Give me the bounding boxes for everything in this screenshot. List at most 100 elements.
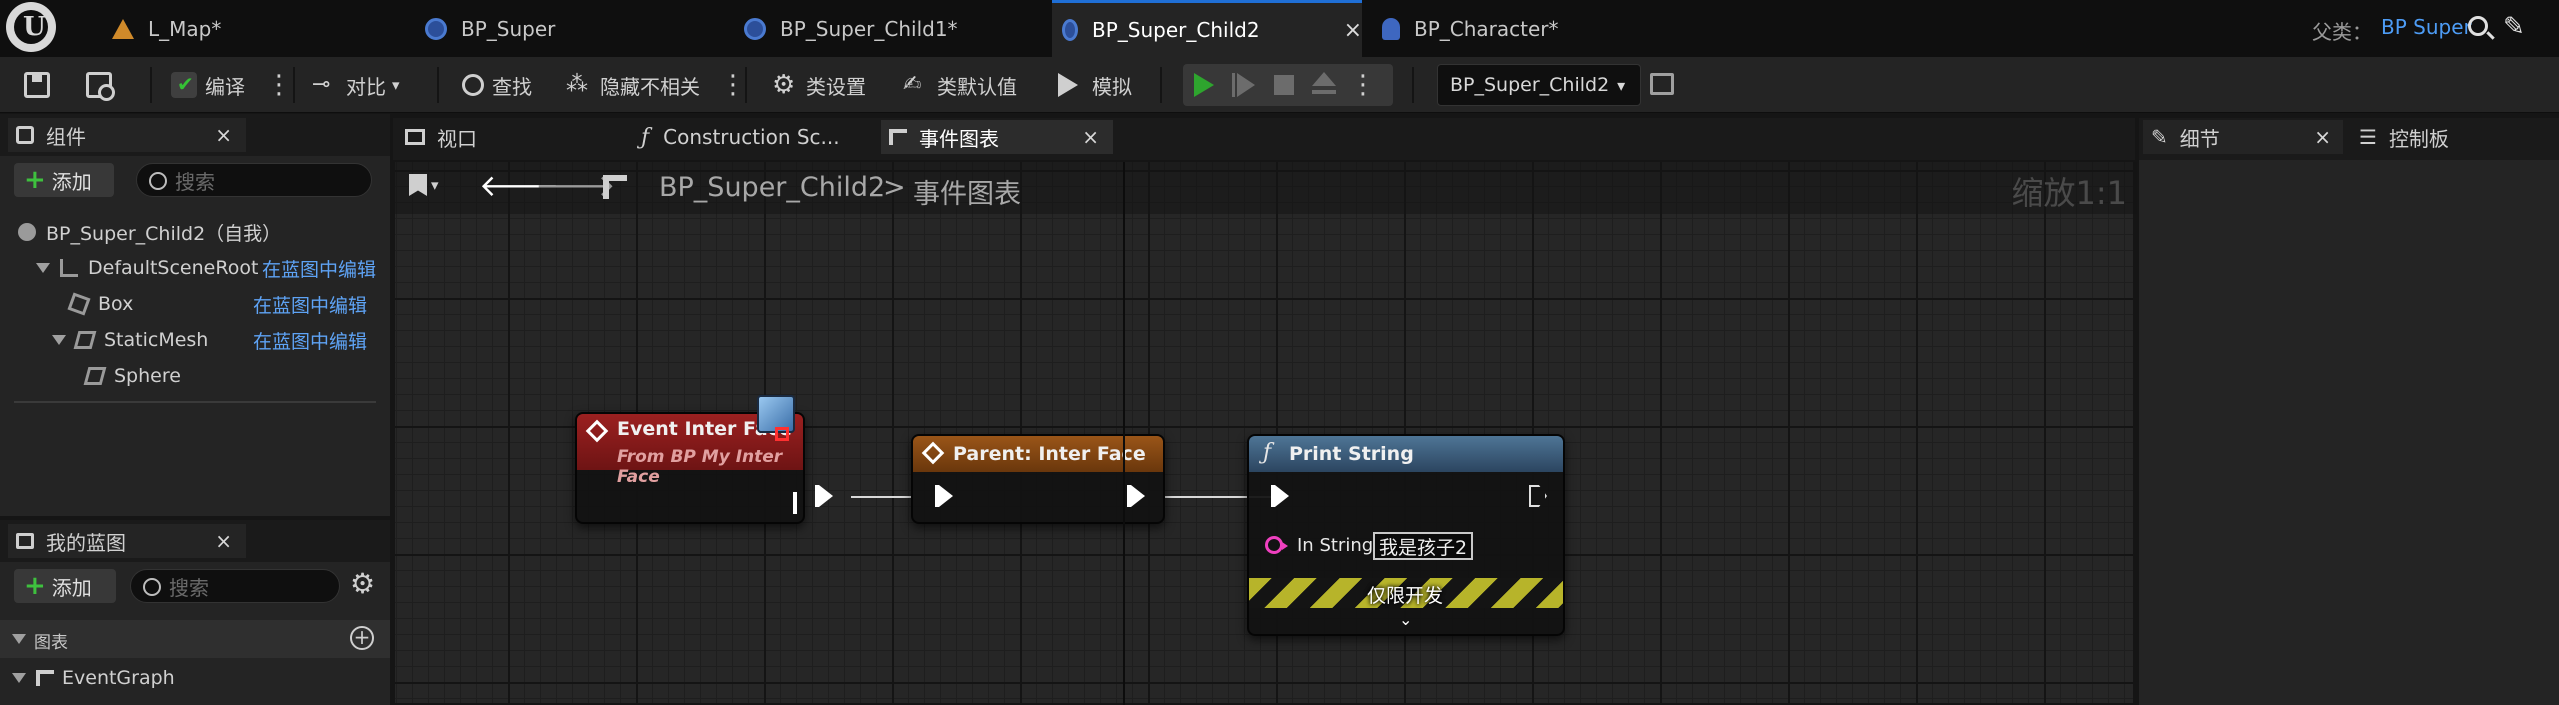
tab-label: BP_Character* bbox=[1414, 16, 1559, 41]
find-icon bbox=[462, 74, 484, 96]
hide-unrelated-button[interactable]: ⁂ 隐藏不相关 bbox=[566, 57, 700, 113]
breadcrumb-leaf[interactable]: 事件图表 bbox=[913, 172, 1021, 211]
close-icon[interactable]: × bbox=[1082, 125, 1099, 149]
close-icon[interactable]: × bbox=[2314, 125, 2331, 149]
components-panel: 组件 × + 添加 搜索 BP_Super_Child2（自我） Default… bbox=[0, 114, 390, 516]
find-in-level-icon[interactable] bbox=[1650, 73, 1674, 95]
compile-options-button[interactable]: ⋮ bbox=[266, 57, 292, 113]
toolbar-divider bbox=[1412, 67, 1414, 103]
exec-input-pin[interactable] bbox=[935, 485, 953, 507]
static-mesh-icon bbox=[73, 331, 97, 349]
component-box[interactable]: Box 在蓝图中编辑 bbox=[67, 287, 386, 321]
chevron-down-icon[interactable]: ▾ bbox=[431, 176, 439, 194]
expand-advanced-icon[interactable]: ⌄ bbox=[1399, 610, 1412, 629]
eject-button[interactable] bbox=[1303, 64, 1343, 106]
simulate-button[interactable]: 模拟 bbox=[1058, 57, 1132, 113]
save-button[interactable] bbox=[24, 57, 58, 113]
close-icon[interactable]: × bbox=[215, 529, 232, 553]
tab-bp-character[interactable]: BP_Character* bbox=[1382, 0, 1682, 57]
close-icon[interactable]: × bbox=[1344, 18, 1362, 43]
components-icon bbox=[16, 126, 34, 144]
graph-item-eventgraph[interactable]: EventGraph bbox=[12, 661, 382, 695]
expand-arrow-icon[interactable] bbox=[36, 263, 50, 273]
find-options-button[interactable]: ⋮ bbox=[720, 57, 746, 113]
component-default-scene-root[interactable]: DefaultSceneRoot 在蓝图中编辑 bbox=[36, 251, 386, 285]
edit-in-blueprint-link[interactable]: 在蓝图中编辑 bbox=[262, 255, 376, 282]
add-member-button[interactable]: + 添加 bbox=[14, 569, 116, 603]
event-graph-canvas[interactable]: ▾ 🡐 🡒 BP_Super_Child2 > 事件图表 缩放1:1 Event… bbox=[393, 160, 2137, 705]
component-self[interactable]: BP_Super_Child2（自我） bbox=[18, 215, 378, 249]
tab-label: 事件图表 bbox=[919, 126, 999, 151]
tab-components[interactable]: 组件 × bbox=[8, 118, 246, 152]
close-icon[interactable]: × bbox=[215, 123, 232, 147]
chevron-down-icon: ▾ bbox=[1617, 75, 1626, 95]
class-settings-label: 类设置 bbox=[806, 74, 866, 99]
compile-icon bbox=[171, 72, 197, 98]
my-blueprint-search-input[interactable]: 搜索 bbox=[130, 569, 340, 603]
delegate-output-icon[interactable] bbox=[775, 427, 789, 441]
component-static-mesh[interactable]: StaticMesh 在蓝图中编辑 bbox=[52, 323, 386, 357]
tab-construction-script[interactable]: ƒ Construction Sc... bbox=[633, 120, 863, 154]
function-icon: ƒ bbox=[641, 124, 650, 150]
diff-button[interactable]: ⊸ 对比 ▾ bbox=[312, 57, 400, 113]
component-sphere[interactable]: Sphere bbox=[83, 359, 386, 393]
component-label: BP_Super_Child2（自我） bbox=[46, 222, 282, 245]
in-string-input[interactable]: 我是孩子2 bbox=[1373, 532, 1474, 560]
play-options-button[interactable]: ⋮ bbox=[1343, 64, 1383, 106]
expand-arrow-icon[interactable] bbox=[12, 673, 26, 683]
compile-button[interactable]: 编译 bbox=[171, 57, 245, 113]
parent-class-link[interactable]: BP Super bbox=[2381, 15, 2472, 39]
browse-button[interactable] bbox=[86, 57, 120, 113]
edit-parent-icon[interactable]: ✎ bbox=[2503, 12, 2525, 42]
more-options-icon: ⋮ bbox=[266, 70, 292, 100]
play-button[interactable] bbox=[1183, 64, 1223, 106]
in-string-pin[interactable] bbox=[1265, 536, 1288, 554]
gear-icon[interactable]: ⚙ bbox=[350, 570, 375, 598]
breadcrumb-root[interactable]: BP_Super_Child2 bbox=[659, 172, 885, 203]
exec-output-pin[interactable] bbox=[1127, 485, 1145, 507]
tab-my-blueprint[interactable]: 我的蓝图 × bbox=[8, 524, 246, 558]
blueprint-icon bbox=[744, 17, 766, 40]
tab-label: Construction Sc... bbox=[663, 125, 840, 149]
class-defaults-button[interactable]: ✍ 类默认值 bbox=[903, 57, 1017, 113]
find-button[interactable]: 查找 bbox=[462, 57, 532, 113]
class-settings-button[interactable]: ⚙ 类设置 bbox=[772, 57, 866, 113]
tab-bp-super-child1[interactable]: BP_Super_Child1* bbox=[744, 0, 1044, 57]
exec-input-pin[interactable] bbox=[1271, 485, 1289, 507]
search-icon[interactable] bbox=[2468, 16, 2488, 36]
unreal-logo-icon[interactable]: U bbox=[6, 2, 56, 52]
simulate-label: 模拟 bbox=[1092, 74, 1132, 99]
tab-details[interactable]: ✎ 细节 × bbox=[2143, 120, 2343, 154]
tab-bp-super[interactable]: BP_Super bbox=[425, 0, 725, 57]
zoom-level: 缩放1:1 bbox=[2011, 174, 2127, 212]
tab-palette[interactable]: ☰ 控制板 bbox=[2351, 120, 2551, 154]
exec-output-pin[interactable] bbox=[815, 485, 833, 507]
edit-in-blueprint-link[interactable]: 在蓝图中编辑 bbox=[253, 291, 367, 318]
stop-button[interactable] bbox=[1263, 64, 1303, 106]
tab-bp-super-child2[interactable]: BP_Super_Child2 × bbox=[1052, 0, 1362, 57]
exec-wire bbox=[851, 496, 911, 498]
expand-arrow-icon[interactable] bbox=[52, 335, 66, 345]
node-subtitle: From BP My Inter Face bbox=[617, 447, 783, 487]
debug-object-select[interactable]: BP_Super_Child2 ▾ bbox=[1437, 64, 1641, 106]
breadcrumb-separator: > bbox=[883, 172, 906, 203]
advance-frame-button[interactable] bbox=[1223, 64, 1263, 106]
bookmark-icon[interactable] bbox=[409, 174, 427, 196]
class-defaults-label: 类默认值 bbox=[937, 74, 1017, 99]
find-label: 查找 bbox=[492, 74, 532, 99]
my-blueprint-title: 我的蓝图 bbox=[46, 530, 126, 555]
node-print-string[interactable]: ƒ Print String In String 我是孩子2 仅限开发 ⌄ bbox=[1247, 434, 1565, 636]
add-graph-icon[interactable]: + bbox=[350, 626, 374, 650]
tab-viewport[interactable]: 视口 bbox=[397, 120, 627, 154]
toolbar-divider bbox=[293, 67, 295, 103]
edit-in-blueprint-link[interactable]: 在蓝图中编辑 bbox=[253, 327, 367, 354]
node-title: Parent: Inter Face bbox=[953, 443, 1146, 465]
component-label: Box bbox=[98, 293, 134, 315]
add-label: 添加 bbox=[51, 575, 92, 600]
graphs-section-header[interactable]: 图表 + bbox=[0, 620, 390, 658]
components-search-input[interactable]: 搜索 bbox=[136, 163, 372, 197]
add-component-button[interactable]: + 添加 bbox=[14, 163, 114, 197]
tab-l-map[interactable]: L_Map* bbox=[106, 0, 406, 57]
node-parent-inter-face[interactable]: Parent: Inter Face bbox=[911, 434, 1165, 524]
tab-event-graph[interactable]: 事件图表 × bbox=[881, 120, 1113, 154]
